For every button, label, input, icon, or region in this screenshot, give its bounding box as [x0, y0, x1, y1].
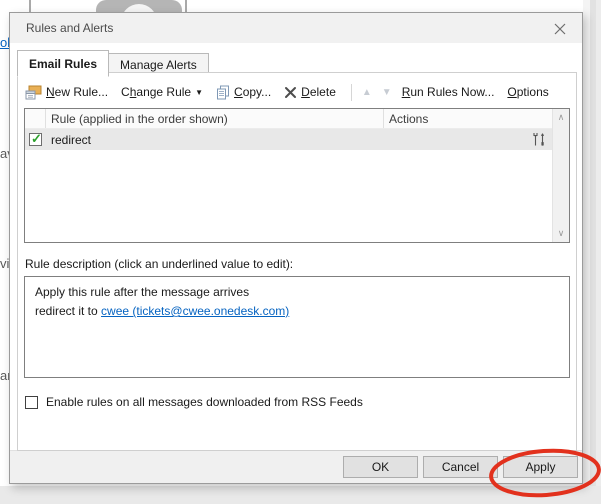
- delete-button[interactable]: Delete: [284, 85, 336, 99]
- background-text-fragment: vi: [0, 256, 10, 271]
- rule-name: redirect: [51, 132, 92, 147]
- rules-list-scrollbar[interactable]: ∧ ∨: [552, 109, 569, 242]
- delete-label: Delete: [301, 85, 336, 99]
- move-down-button[interactable]: ▼: [382, 87, 392, 98]
- background-bottom-area: [0, 486, 601, 504]
- rules-list: Rule (applied in the order shown) Action…: [24, 108, 570, 243]
- rule-description-box: Apply this rule after the message arrive…: [24, 276, 570, 378]
- new-rule-label: New Rule...: [46, 85, 109, 99]
- rules-and-alerts-dialog: Rules and Alerts Email Rules Manage Aler…: [9, 12, 583, 484]
- close-button[interactable]: [552, 21, 568, 37]
- rss-feeds-label: Enable rules on all messages downloaded …: [46, 395, 363, 409]
- description-line-2: redirect it to cwee (tickets@cwee.onedes…: [35, 304, 290, 318]
- rules-toolbar: New Rule... Change Rule ▼ Copy... Delete…: [25, 82, 576, 102]
- copy-button[interactable]: Copy...: [216, 85, 271, 100]
- rss-option-row: Enable rules on all messages downloaded …: [25, 395, 570, 409]
- footer-buttons: OK Cancel Apply: [338, 456, 578, 478]
- dialog-footer: OK Cancel Apply: [10, 450, 582, 483]
- new-rule-button[interactable]: New Rule...: [25, 85, 108, 100]
- copy-label: Copy...: [234, 85, 272, 99]
- options-label: Options: [507, 85, 549, 99]
- run-rules-now-button[interactable]: Run Rules Now...: [402, 85, 495, 99]
- tab-email-rules[interactable]: Email Rules: [17, 50, 110, 77]
- dialog-titlebar[interactable]: Rules and Alerts: [10, 13, 582, 43]
- move-up-icon: ▲: [361, 86, 372, 98]
- options-button[interactable]: Options: [507, 85, 548, 99]
- new-rule-icon: [25, 85, 42, 100]
- cancel-button[interactable]: Cancel: [423, 456, 498, 478]
- rule-enabled-checkbox[interactable]: ✓: [29, 131, 42, 146]
- scroll-down-icon[interactable]: ∨: [553, 228, 569, 239]
- delete-x-icon: [284, 86, 297, 99]
- header-rule-column[interactable]: Rule (applied in the order shown): [45, 109, 383, 128]
- change-rule-label: Change Rule: [121, 85, 192, 99]
- move-down-icon: ▼: [381, 86, 392, 98]
- toolbar-separator: [350, 83, 352, 101]
- close-icon: [554, 23, 566, 35]
- checkmark-icon: ✓: [31, 131, 42, 146]
- rss-feeds-checkbox[interactable]: [25, 395, 38, 409]
- rule-description-label: Rule description (click an underlined va…: [25, 257, 294, 271]
- copy-icon: [216, 85, 230, 100]
- rules-list-header: Rule (applied in the order shown) Action…: [25, 109, 552, 129]
- redirect-target-link[interactable]: cwee (tickets@cwee.onedesk.com): [101, 304, 289, 318]
- apply-button[interactable]: Apply: [503, 456, 578, 478]
- chevron-down-icon: ▼: [195, 87, 204, 97]
- rule-actions-tools-icon: [532, 132, 546, 150]
- header-actions-column[interactable]: Actions: [383, 109, 552, 128]
- email-rules-panel: New Rule... Change Rule ▼ Copy... Delete…: [17, 72, 577, 451]
- dialog-title: Rules and Alerts: [26, 21, 114, 35]
- run-rules-now-label: Run Rules Now...: [401, 85, 495, 99]
- header-checkbox-column: [25, 109, 45, 128]
- description-line-1: Apply this rule after the message arrive…: [35, 285, 250, 299]
- move-up-button[interactable]: ▲: [362, 87, 372, 98]
- change-rule-button[interactable]: Change Rule ▼: [121, 85, 203, 99]
- screenshot-root: { "background": { "fragments": { "f0": "…: [0, 0, 601, 504]
- ok-button[interactable]: OK: [343, 456, 418, 478]
- background-right-panel: [583, 0, 601, 504]
- scroll-up-icon[interactable]: ∧: [553, 112, 569, 123]
- rule-row-redirect[interactable]: ✓ redirect: [25, 129, 552, 150]
